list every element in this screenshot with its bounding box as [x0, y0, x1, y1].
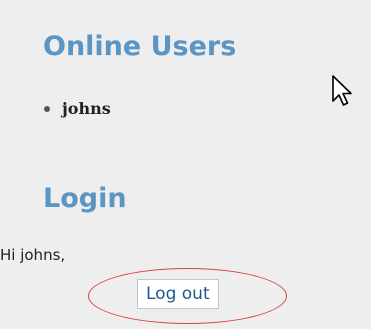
- greeting-text: Hi johns,: [0, 246, 66, 264]
- online-user-name: johns: [62, 99, 111, 118]
- bullet-icon: [44, 106, 50, 112]
- sidebar-panel: Online Users johns Login Hi johns, Log o…: [0, 0, 371, 329]
- online-users-list: johns: [44, 98, 111, 120]
- login-heading: Login: [43, 183, 127, 214]
- mouse-pointer-icon: [332, 75, 352, 106]
- logout-button[interactable]: Log out: [137, 279, 219, 309]
- list-item: johns: [44, 98, 111, 120]
- online-users-heading: Online Users: [43, 31, 237, 62]
